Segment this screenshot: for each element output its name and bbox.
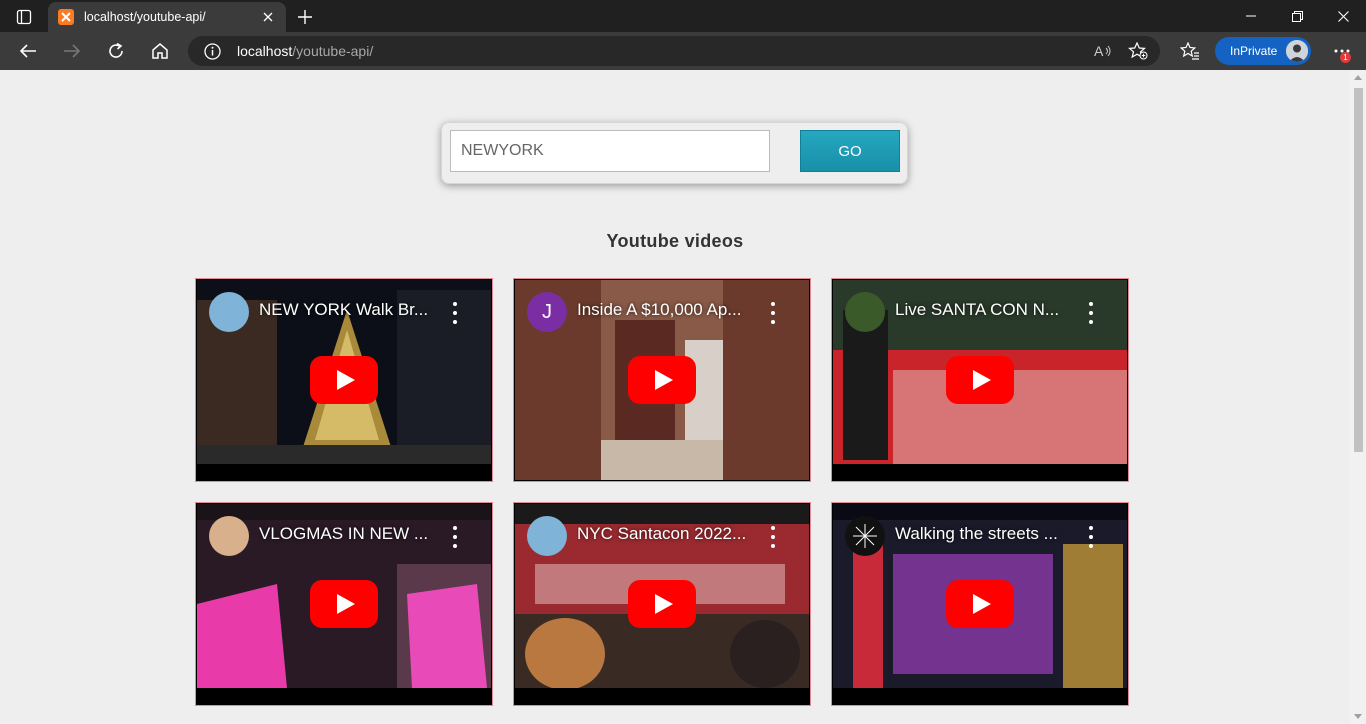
video-card[interactable]: Live SANTA CON N... [831, 278, 1129, 482]
video-thumbnail: Live SANTA CON N... [833, 280, 1127, 480]
favorites-icon[interactable] [1176, 37, 1204, 65]
tab-close-icon[interactable] [260, 9, 276, 25]
svg-text:A: A [1094, 43, 1104, 59]
youtube-play-icon[interactable] [310, 580, 378, 628]
refresh-icon[interactable] [102, 37, 130, 65]
video-thumbnail: NEW YORK Walk Br... [197, 280, 491, 480]
minimize-icon[interactable] [1228, 0, 1274, 32]
site-info-icon[interactable] [204, 43, 221, 65]
restore-icon[interactable] [1274, 0, 1320, 32]
browser-tab[interactable]: localhost/youtube-api/ [48, 2, 286, 32]
page-title: Youtube videos [606, 231, 744, 251]
youtube-play-icon[interactable] [310, 356, 378, 404]
inprivate-button[interactable]: InPrivate [1215, 37, 1311, 65]
channel-avatar-letter: J [542, 300, 552, 323]
video-thumbnail: Walking the streets ... [833, 504, 1127, 704]
search-input[interactable] [450, 130, 770, 172]
video-menu-icon[interactable] [1085, 526, 1097, 548]
new-tab-icon[interactable] [294, 6, 316, 28]
xampp-favicon-icon [58, 9, 74, 25]
channel-avatar: J [527, 292, 567, 332]
video-card[interactable]: J Inside A $10,000 Ap... [513, 278, 811, 482]
video-menu-icon[interactable] [449, 526, 461, 548]
video-thumbnail: VLOGMAS IN NEW ... [197, 504, 491, 704]
video-title: VLOGMAS IN NEW ... [259, 524, 429, 543]
scroll-down-icon[interactable] [1354, 714, 1362, 719]
video-menu-icon[interactable] [449, 302, 461, 324]
channel-avatar [209, 292, 249, 332]
video-thumbnail: J Inside A $10,000 Ap... [515, 280, 809, 480]
search-panel: GO [441, 122, 908, 184]
go-button[interactable]: GO [800, 130, 900, 172]
video-title: Inside A $10,000 Ap... [577, 300, 742, 319]
back-icon[interactable] [14, 37, 42, 65]
youtube-play-icon[interactable] [628, 356, 696, 404]
video-card[interactable]: VLOGMAS IN NEW ... [195, 502, 493, 706]
channel-avatar [845, 292, 885, 332]
url-host: localhost [237, 43, 293, 59]
inprivate-label: InPrivate [1230, 44, 1278, 58]
channel-avatar [527, 516, 567, 556]
page-viewport: GO Youtube videos NEW YORK Walk Br... [0, 70, 1350, 724]
notification-badge: 1 [1340, 52, 1351, 63]
video-card[interactable]: NYC Santacon 2022... [513, 502, 811, 706]
page-scrollbar[interactable] [1350, 70, 1366, 724]
video-card[interactable]: NEW YORK Walk Br... [195, 278, 493, 482]
video-card[interactable]: Walking the streets ... [831, 502, 1129, 706]
video-title: Live SANTA CON N... [895, 300, 1060, 319]
tab-actions-icon[interactable] [10, 6, 38, 28]
channel-avatar [209, 516, 249, 556]
youtube-play-icon[interactable] [946, 356, 1014, 404]
scrollbar-thumb[interactable] [1354, 88, 1363, 452]
url-text: localhost/youtube-api/ [237, 43, 373, 59]
read-aloud-icon[interactable]: A [1092, 41, 1114, 61]
forward-icon[interactable] [58, 37, 86, 65]
youtube-play-icon[interactable] [628, 580, 696, 628]
video-title: Walking the streets ... [895, 524, 1058, 543]
video-title: NEW YORK Walk Br... [259, 300, 429, 319]
video-menu-icon[interactable] [767, 302, 779, 324]
url-path: /youtube-api/ [292, 43, 374, 59]
video-menu-icon[interactable] [767, 526, 779, 548]
video-thumbnail: NYC Santacon 2022... [515, 504, 809, 704]
browser-titlebar: localhost/youtube-api/ [0, 0, 1366, 32]
profile-avatar [1286, 40, 1308, 62]
close-window-icon[interactable] [1320, 0, 1366, 32]
address-bar[interactable]: localhost/youtube-api/ A [188, 36, 1160, 66]
add-favorite-icon[interactable] [1127, 41, 1149, 61]
tab-title: localhost/youtube-api/ [84, 10, 206, 24]
youtube-play-icon[interactable] [946, 580, 1014, 628]
browser-toolbar: localhost/youtube-api/ A InPrivate 1 [0, 32, 1366, 70]
video-menu-icon[interactable] [1085, 302, 1097, 324]
scroll-up-icon[interactable] [1354, 75, 1362, 80]
channel-avatar [845, 516, 885, 556]
home-icon[interactable] [146, 37, 174, 65]
video-title: NYC Santacon 2022... [577, 524, 747, 543]
